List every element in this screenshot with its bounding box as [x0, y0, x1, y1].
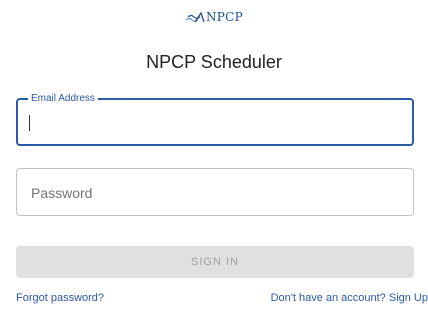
sign-in-button[interactable]: SIGN IN: [16, 246, 414, 278]
email-input[interactable]: [28, 100, 402, 146]
password-field[interactable]: [16, 168, 414, 217]
npcp-logo-text: NPCP: [206, 10, 244, 24]
login-page: NPCP NPCP Scheduler Email Address SIGN I…: [0, 0, 428, 311]
sign-up-link[interactable]: Don't have an account? Sign Up: [271, 292, 428, 304]
page-title: NPCP Scheduler: [146, 52, 282, 72]
npcp-logo-wave-icon: [185, 11, 205, 23]
password-input[interactable]: [29, 169, 403, 217]
npcp-logo: NPCP: [185, 8, 249, 26]
email-field[interactable]: Email Address: [16, 92, 414, 146]
forgot-password-link[interactable]: Forgot password?: [16, 292, 104, 304]
text-caret: [29, 115, 30, 131]
